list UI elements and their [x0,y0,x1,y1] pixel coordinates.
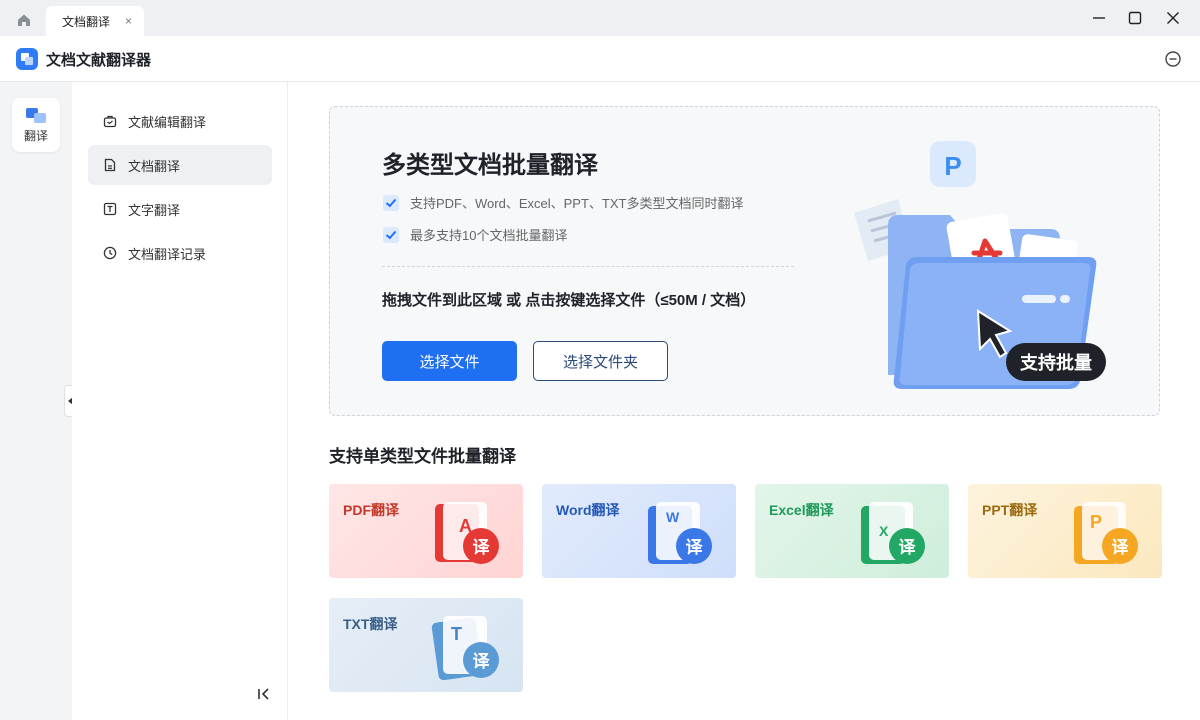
batch-support-badge: 支持批量 [1019,352,1092,373]
select-folder-button[interactable]: 选择文件夹 [533,341,668,381]
select-file-button[interactable]: 选择文件 [382,341,517,381]
app-logo [16,48,38,70]
card-ppt-translate[interactable]: PPT翻译 P 译 [968,484,1162,578]
minimize-icon [1093,17,1105,19]
clock-icon [102,245,118,261]
rail-item-label: 翻译 [23,128,48,143]
feature-text: 最多支持10个文档批量翻译 [410,228,568,243]
file-letter: W [666,509,680,525]
divider [382,266,794,267]
translate-badge: 译 [473,652,491,672]
translate-icon [26,107,46,123]
card-label: PDF翻译 [343,502,399,518]
main-content: 多类型文档批量翻译 支持PDF、Word、Excel、PPT、TXT多类型文档同… [289,82,1200,720]
translate-badge: 译 [899,538,917,558]
tab-label: 文档翻译 [62,14,111,29]
card-pdf-translate[interactable]: PDF翻译 A 译 [329,484,523,578]
checkbox-checked-icon [383,194,399,211]
translate-badge: 译 [1112,538,1130,558]
upload-drop-zone[interactable]: 多类型文档批量翻译 支持PDF、Word、Excel、PPT、TXT多类型文档同… [329,106,1160,416]
ppt-file-icon: P 译 [1074,502,1138,564]
word-file-icon: W 译 [648,502,712,564]
card-excel-translate[interactable]: Excel翻译 X 译 [755,484,949,578]
collapse-sidebar-icon[interactable] [256,686,272,702]
close-window-button[interactable] [1164,9,1182,27]
upload-hint: 拖拽文件到此区域 或 点击按键选择文件（≤50M / 文档） [382,292,756,309]
card-word-translate[interactable]: Word翻译 W 译 [542,484,736,578]
card-label: Excel翻译 [769,502,834,518]
illus-letter-p: P [944,151,961,181]
sidebar: 文献编辑翻译 文档翻译 文字翻译 文档翻译记录 [72,82,288,720]
pdf-file-icon: A 译 [435,502,499,564]
home-button[interactable] [14,10,34,30]
briefcase-icon [102,113,118,129]
app-title: 文档文献翻译器 [46,52,152,69]
translate-badge: 译 [686,538,704,558]
file-letter: T [451,624,462,644]
card-label: Word翻译 [556,502,620,518]
close-icon [1167,12,1179,24]
sidebar-item-document-translate[interactable]: 文档翻译 [88,145,272,185]
excel-file-icon: X 译 [861,502,925,564]
upload-heading: 多类型文档批量翻译 [382,152,598,179]
document-icon [102,157,118,173]
card-txt-translate[interactable]: TXT翻译 T 译 [329,598,523,692]
rail-item-translate[interactable]: 翻译 [12,98,60,152]
app-header: 文档文献翻译器 [0,36,1200,82]
home-icon [18,14,30,26]
sidebar-item-translate-history[interactable]: 文档翻译记录 [88,233,272,273]
txt-file-icon: T 译 [431,616,499,681]
feature-item: 最多支持10个文档批量翻译 [382,225,567,244]
settings-circle-icon[interactable] [1164,50,1182,68]
left-rail: 翻译 [0,82,72,720]
sidebar-item-literature-edit[interactable]: 文献编辑翻译 [88,101,272,141]
translate-badge: 译 [473,538,491,558]
card-label: PPT翻译 [982,502,1038,518]
sidebar-item-label: 文献编辑翻译 [128,114,207,130]
title-bar: 文档翻译 × [0,0,1200,36]
file-letter: P [1090,512,1102,532]
tab-close-icon[interactable]: × [125,14,132,28]
section-title: 支持单类型文件批量翻译 [329,447,516,466]
card-label: TXT翻译 [343,616,398,632]
minimize-button[interactable] [1090,9,1108,27]
sidebar-item-label: 文档翻译 [128,158,181,174]
tab-document-translate[interactable]: 文档翻译 × [46,6,144,36]
sidebar-item-label: 文字翻译 [128,202,181,218]
translate-logo-icon [21,53,33,65]
maximize-icon [1128,11,1142,25]
file-letter: X [879,523,889,539]
text-box-icon [102,201,118,217]
sidebar-item-text-translate[interactable]: 文字翻译 [88,189,272,229]
sidebar-item-label: 文档翻译记录 [128,246,207,262]
maximize-button[interactable] [1126,9,1144,27]
feature-text: 支持PDF、Word、Excel、PPT、TXT多类型文档同时翻译 [410,196,744,211]
folder-illustration: P W 支持批量 [854,141,1106,389]
checkbox-checked-icon [383,226,399,243]
feature-item: 支持PDF、Word、Excel、PPT、TXT多类型文档同时翻译 [382,193,743,212]
